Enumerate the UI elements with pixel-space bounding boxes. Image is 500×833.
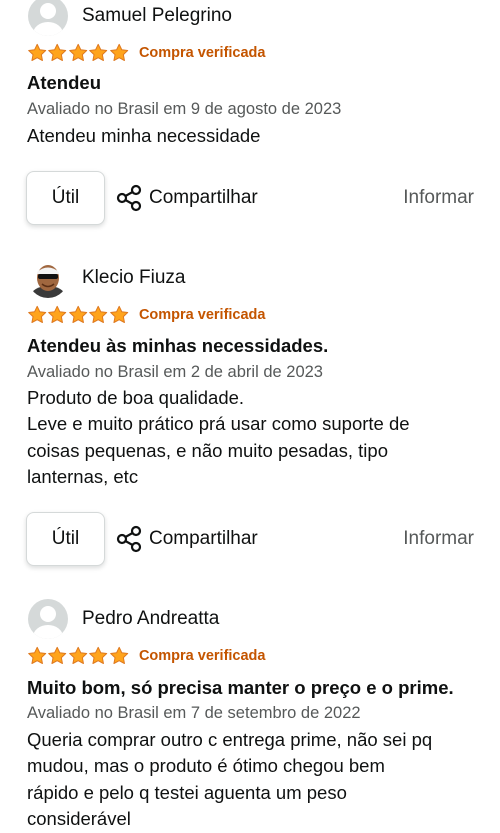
review-body: Produto de boa qualidade. Leve e muito p… (27, 385, 477, 490)
reviewer-profile[interactable]: Samuel Pelegrino (28, 0, 232, 36)
star-icon (68, 646, 88, 666)
default-avatar-icon (28, 599, 68, 639)
reviewer-name: Klecio Fiuza (82, 267, 186, 288)
reviewer-profile[interactable]: Pedro Andreatta (28, 599, 219, 639)
star-icon (27, 646, 47, 666)
default-avatar-icon (28, 0, 68, 36)
review-body-line: rápido e pelo q testei aguenta um peso (27, 781, 347, 803)
rating-row: Compra verificada (27, 304, 265, 326)
star-icon (109, 305, 129, 325)
share-button[interactable]: Compartilhar (115, 512, 258, 566)
star-rating[interactable] (27, 43, 129, 63)
star-icon (88, 646, 108, 666)
review-date: Avaliado no Brasil em 7 de setembro de 2… (27, 704, 361, 722)
avatar-photo-icon (31, 265, 65, 298)
share-icon (115, 525, 143, 553)
star-icon (27, 305, 47, 325)
rating-row: Compra verificada (27, 645, 265, 667)
star-icon (109, 646, 129, 666)
reviewer-photo-avatar (28, 258, 68, 298)
share-label: Compartilhar (149, 528, 258, 549)
review-body-line: Produto de boa qualidade. (27, 387, 245, 408)
review-body-line: considerável (27, 807, 131, 829)
star-icon (68, 43, 88, 63)
review-body-line: mudou, mas o produto é ótimo chegou bem (27, 755, 385, 777)
share-icon (115, 184, 143, 212)
share-label: Compartilhar (149, 187, 258, 208)
star-icon (27, 43, 47, 63)
report-link[interactable]: Informar (403, 512, 474, 566)
report-link[interactable]: Informar (403, 171, 474, 225)
review-body-line: coisas pequenas, e não muito pesadas, ti… (27, 439, 388, 461)
verified-purchase-badge: Compra verificada (138, 648, 266, 664)
star-icon (88, 305, 108, 325)
star-icon (68, 305, 88, 325)
reviewer-name: Pedro Andreatta (82, 608, 220, 629)
rating-row: Compra verificada (27, 42, 265, 64)
reviewer-profile[interactable]: Klecio Fiuza (28, 258, 186, 298)
review-body: Atendeu minha necessidade (27, 123, 477, 149)
star-icon (88, 43, 108, 63)
review-body-line: Leve e muito prático prá usar como supor… (27, 413, 410, 435)
review-body: Queria comprar outro c entrega prime, nã… (27, 727, 477, 832)
review-date: Avaliado no Brasil em 2 de abril de 2023 (27, 363, 323, 381)
reviewer-name: Samuel Pelegrino (82, 5, 232, 26)
review-body-line: Atendeu minha necessidade (27, 125, 261, 146)
review-title[interactable]: Muito bom, só precisa manter o preço e o… (27, 677, 454, 699)
review-title[interactable]: Atendeu (27, 72, 101, 94)
review-body-line: Queria comprar outro c entrega prime, nã… (27, 729, 433, 750)
helpful-button[interactable]: Útil (26, 171, 105, 225)
star-rating[interactable] (27, 305, 129, 325)
star-icon (47, 305, 67, 325)
star-icon (109, 43, 129, 63)
review-title[interactable]: Atendeu às minhas necessidades. (27, 335, 328, 357)
review-date: Avaliado no Brasil em 9 de agosto de 202… (27, 100, 342, 118)
review-actions: Útil Compartilhar Informar (0, 171, 500, 225)
verified-purchase-badge: Compra verificada (138, 45, 266, 61)
star-rating[interactable] (27, 646, 129, 666)
review-body-line: lanternas, etc (27, 465, 139, 487)
helpful-button[interactable]: Útil (26, 512, 105, 566)
share-button[interactable]: Compartilhar (115, 171, 258, 225)
review-actions: Útil Compartilhar Informar (0, 512, 500, 566)
star-icon (47, 646, 67, 666)
star-icon (47, 43, 67, 63)
verified-purchase-badge: Compra verificada (138, 307, 266, 323)
